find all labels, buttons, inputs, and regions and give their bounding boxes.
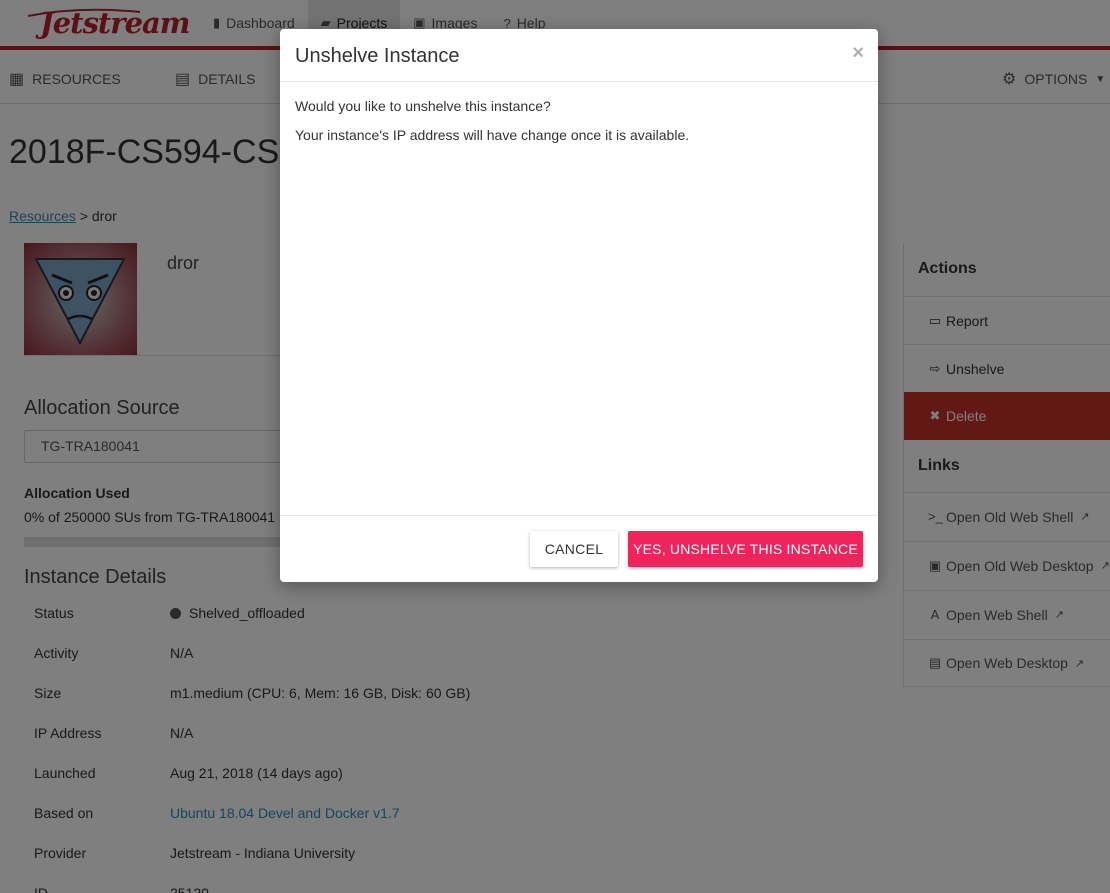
modal-question: Would you like to unshelve this instance…	[295, 98, 551, 114]
modal-title: Unshelve Instance	[295, 45, 460, 67]
close-icon[interactable]: ×	[852, 42, 864, 65]
modal-note: Your instance's IP address will have cha…	[295, 127, 690, 143]
cancel-button[interactable]: CANCEL	[530, 531, 618, 567]
unshelve-modal: Unshelve Instance × Would you like to un…	[280, 29, 878, 582]
modal-footer: CANCEL YES, UNSHELVE THIS INSTANCE	[280, 515, 878, 582]
modal-header: Unshelve Instance ×	[280, 29, 878, 82]
confirm-unshelve-button[interactable]: YES, UNSHELVE THIS INSTANCE	[628, 531, 863, 567]
